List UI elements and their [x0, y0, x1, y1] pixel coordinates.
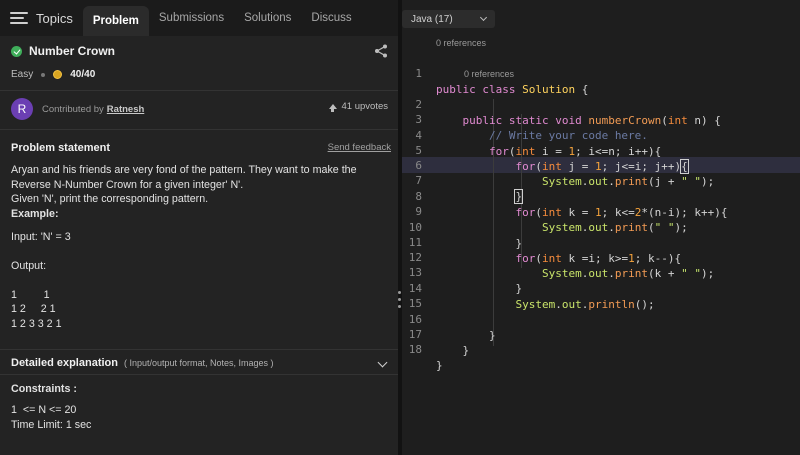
code-line: 9 System.out.print(" ");	[415, 205, 688, 234]
code-line: 13 }	[408, 266, 523, 295]
upvote-icon	[328, 104, 337, 112]
tab-problem[interactable]: Problem	[82, 6, 149, 36]
score-value: 40/40	[70, 69, 96, 80]
code-line: 8 for(int k = 1; k<=2*(n-i); k++){	[415, 190, 728, 219]
code-line: 5 for(int j = 1; j<=i; j++){	[415, 144, 689, 174]
statement-line: Reverse N-Number Crown for a given integ…	[11, 178, 244, 191]
code-line: 17 }	[408, 328, 470, 357]
detailed-explanation-toggle[interactable]: Detailed explanation ( Input/output form…	[11, 357, 391, 369]
example-label: Example:	[11, 207, 59, 220]
upvotes-count: 41 upvotes	[341, 101, 388, 112]
coin-icon	[53, 70, 63, 79]
code-line: 6 System.out.print(j + " ");	[415, 159, 715, 188]
send-feedback-link[interactable]: Send feedback	[328, 142, 391, 153]
tab-bar: Topics Problem Submissions Solutions Dis…	[0, 0, 398, 36]
topics-button[interactable]: Topics	[0, 0, 83, 36]
tab-discuss[interactable]: Discuss	[301, 0, 361, 36]
code-line: 10 }	[408, 221, 523, 250]
statement-line: Given 'N', print the corresponding patte…	[11, 193, 209, 206]
language-value: Java (17)	[411, 13, 453, 25]
code-editor[interactable]: 0 references 1 public class Solution { 0…	[402, 36, 800, 455]
tab-solutions[interactable]: Solutions	[234, 0, 301, 36]
separator-dot	[41, 72, 46, 77]
solved-check-icon	[11, 45, 22, 57]
upvote-button[interactable]: 41 upvotes	[328, 101, 388, 112]
contributed-by-label: Contributed by	[42, 103, 104, 115]
menu-icon	[10, 12, 28, 24]
detailed-label: Detailed explanation	[11, 357, 118, 369]
language-select[interactable]: Java (17)	[402, 10, 495, 28]
chevron-down-icon	[479, 13, 488, 22]
divider	[0, 90, 398, 91]
code-line: 12 System.out.print(k + " ");	[408, 251, 715, 280]
code-line: 7 }	[415, 174, 524, 204]
divider	[0, 129, 398, 130]
topics-label: Topics	[36, 10, 73, 26]
input-line: Input: 'N' = 3	[11, 231, 71, 244]
problem-title: Number Crown	[29, 44, 116, 58]
difficulty-label: Easy	[11, 69, 34, 80]
chevron-down-icon	[377, 357, 388, 368]
output-row: 1 1	[11, 288, 50, 301]
constraint-line: 1 <= N <= 20	[11, 404, 77, 416]
time-limit: Time Limit: 1 sec	[11, 419, 92, 431]
output-label: Output:	[11, 259, 47, 272]
code-line: 14 System.out.println();	[408, 282, 655, 311]
code-lens-references[interactable]: 0 references	[464, 69, 514, 79]
problem-content: Number Crown Easy 40/40 R Contributed by…	[0, 36, 398, 455]
code-line: 3 // Write your code here.	[415, 113, 648, 142]
problem-title-row: Number Crown	[11, 44, 115, 58]
share-icon[interactable]	[374, 44, 388, 58]
code-line: 16 }	[408, 313, 496, 342]
code-line: 1 public class Solution {	[415, 67, 589, 96]
contributed-by: Contributed by Ratnesh	[42, 104, 144, 115]
code-line: 2 public static void numberCrown(int n) …	[415, 98, 721, 127]
constraints-label: Constraints :	[11, 383, 77, 395]
code-line: 18 }	[408, 343, 443, 372]
constraints-section: Constraints : 1 <= N <= 20 Time Limit: 1…	[11, 382, 391, 433]
code-lens-references[interactable]: 0 references	[436, 38, 486, 48]
divider	[0, 374, 398, 375]
output-row: 1 2 3 3 2 1	[11, 317, 62, 330]
output-row: 1 2 2 1	[11, 303, 56, 316]
code-panel: Java (17) 0 references 1 public class So…	[402, 0, 800, 455]
contributor-link[interactable]: Ratnesh	[107, 104, 144, 115]
contributor-row: R Contributed by Ratnesh 41 upvotes	[11, 97, 391, 121]
problem-statement: Aryan and his friends are very fond of t…	[11, 163, 391, 331]
tab-submissions[interactable]: Submissions	[149, 0, 234, 36]
problem-panel: Topics Problem Submissions Solutions Dis…	[0, 0, 398, 455]
detailed-sub: ( Input/output format, Notes, Images )	[123, 358, 274, 368]
code-line: 4 for(int i = 1; i<=n; i++){	[415, 129, 662, 158]
code-line: 15	[408, 297, 422, 311]
problem-meta: Easy 40/40	[11, 69, 95, 80]
divider	[0, 349, 398, 350]
statement-line: Aryan and his friends are very fond of t…	[11, 164, 357, 176]
code-line: 11 for(int k =i; k>=1; k--){	[408, 236, 682, 265]
avatar[interactable]: R	[11, 98, 33, 120]
